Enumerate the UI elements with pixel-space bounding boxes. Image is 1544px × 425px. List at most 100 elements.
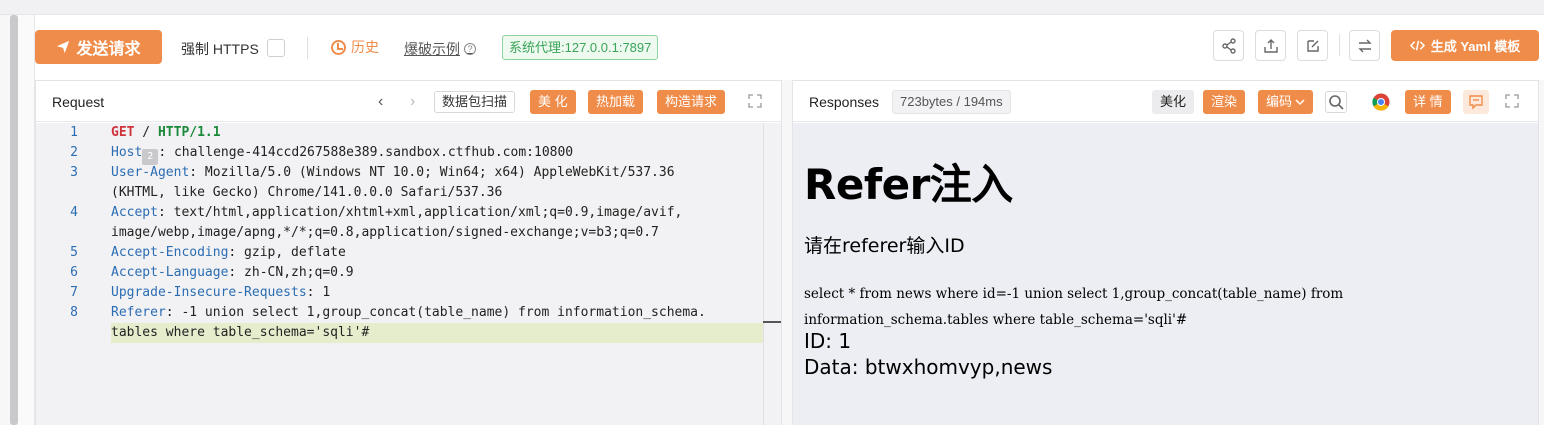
swap-button[interactable] <box>1349 30 1380 61</box>
response-panel-header: Responses 723bytes / 194ms 美化 渲染 编码 详 情 <box>793 81 1538 122</box>
header-value: : 1 <box>306 285 331 300</box>
data-line: Data: btwxhomvyp,news <box>804 355 1053 379</box>
code-line: Referer: -1 union select 1,group_concat(… <box>111 303 706 323</box>
code-line: image/webp,image/apng,*/*;q=0.8,applicat… <box>111 223 659 243</box>
header-value-continued: image/webp,image/apng,*/*;q=0.8,applicat… <box>111 225 659 240</box>
header-value-continued: tables where table_schema='sqli'# <box>111 325 370 340</box>
hot-load-button[interactable]: 热加载 <box>588 90 644 114</box>
main-toolbar: 发送请求 强制 HTTPS 历史 爆破示例 ? 系统代理:127.0.0.1:7… <box>35 15 1544 80</box>
comment-button[interactable] <box>1463 90 1489 114</box>
edit-button[interactable] <box>1297 30 1328 61</box>
app-window: 发送请求 强制 HTTPS 历史 爆破示例 ? 系统代理:127.0.0.1:7… <box>0 0 1544 425</box>
expand-icon[interactable] <box>748 94 762 108</box>
line-number: 3 <box>70 165 78 180</box>
encoding-dropdown[interactable]: 编码 <box>1258 90 1314 114</box>
beautify-button[interactable]: 美 化 <box>530 90 576 114</box>
top-strip <box>0 0 1544 15</box>
http-method: GET <box>111 125 135 140</box>
request-editor[interactable]: 1 2 3 4 5 6 7 8 GET / HTTP/1.1 Host 2 : ch… <box>36 123 781 425</box>
header-value-continued: (KHTML, like Gecko) Chrome/141.0.0.0 Saf… <box>111 185 503 200</box>
edit-icon <box>1306 39 1319 52</box>
header-key: Referer <box>111 305 166 320</box>
code-line: Accept: text/html,application/xhtml+xml,… <box>111 203 682 223</box>
sql-query-text: select * from news where id=-1 union sel… <box>804 286 1348 328</box>
header-value: : zh-CN,zh;q=0.9 <box>228 265 354 280</box>
line-number: 7 <box>70 285 78 300</box>
response-title: Responses <box>809 94 880 110</box>
header-value: : text/html,application/xhtml+xml,applic… <box>157 205 683 220</box>
code-line: Accept-Encoding: gzip, deflate <box>111 243 346 263</box>
code-icon <box>1409 40 1425 51</box>
header-value: : -1 union select 1,group_concat(table_n… <box>165 305 706 320</box>
comment-icon <box>1469 95 1483 110</box>
clock-icon <box>331 39 346 55</box>
code-line: Upgrade-Insecure-Requests: 1 <box>111 283 330 303</box>
send-request-label: 发送请求 <box>76 41 141 58</box>
paper-plane-icon <box>57 40 70 54</box>
left-scrollbar[interactable] <box>10 15 18 425</box>
line-number: 8 <box>70 305 78 320</box>
system-proxy-badge[interactable]: 系统代理:127.0.0.1:7897 <box>502 35 659 60</box>
editor-scrollbar[interactable] <box>763 123 781 425</box>
generate-yaml-button[interactable]: 生成 Yaml 模板 <box>1391 30 1539 61</box>
force-https-label: 强制 HTTPS <box>181 41 259 57</box>
send-request-button[interactable]: 发送请求 <box>35 30 162 64</box>
share-icon <box>1221 37 1236 54</box>
chrome-icon[interactable] <box>1372 93 1390 111</box>
chevron-right-icon[interactable]: › <box>410 93 415 111</box>
swap-icon <box>1357 39 1372 52</box>
divider <box>307 37 308 59</box>
header-key: User-Agent <box>111 165 190 180</box>
example-link[interactable]: 爆破示例 ? <box>404 39 476 59</box>
request-path: / <box>134 125 158 140</box>
example-label: 爆破示例 <box>404 41 460 57</box>
detail-button[interactable]: 详 情 <box>1405 90 1451 114</box>
beautify-toggle[interactable]: 美化 <box>1152 90 1195 114</box>
upload-icon <box>1263 38 1278 53</box>
line-number: 2 <box>70 145 78 160</box>
search-icon <box>1329 95 1344 110</box>
line-number-gutter: 1 2 3 4 5 6 7 8 <box>36 123 96 425</box>
history-button[interactable]: 历史 <box>331 37 379 57</box>
prompt-text: 请在referer输入ID <box>804 235 965 257</box>
line-number: 4 <box>70 205 78 220</box>
chevron-left-icon[interactable]: ‹ <box>378 93 383 111</box>
code-line: User-Agent: Mozilla/5.0 (Windows NT 10.0… <box>111 163 675 183</box>
header-key: Accept-Encoding <box>111 245 229 260</box>
upload-button[interactable] <box>1255 30 1286 61</box>
line-number: 1 <box>70 125 78 140</box>
help-icon: ? <box>464 43 476 55</box>
header-key: Host <box>111 145 143 160</box>
rendered-response: Refer注入 请在referer输入ID select * from news… <box>793 123 1538 425</box>
packet-scan-button[interactable]: 数据包扫描 <box>434 91 516 113</box>
response-size-badge: 723bytes / 194ms <box>892 90 1011 114</box>
code-line: Accept-Language: zh-CN,zh;q=0.9 <box>111 263 354 283</box>
chevron-down-icon <box>1295 99 1305 106</box>
code-line: tables where table_schema='sqli'# <box>111 323 369 343</box>
header-value: : challenge-414ccd267588e389.sandbox.ctf… <box>158 145 574 160</box>
code-line: GET / HTTP/1.1 <box>111 123 221 143</box>
share-button[interactable] <box>1213 30 1244 61</box>
scrollbar-cursor-mark <box>763 321 781 323</box>
expand-icon[interactable] <box>1505 94 1519 108</box>
code-line: (KHTML, like Gecko) Chrome/141.0.0.0 Saf… <box>111 183 502 203</box>
id-line: ID: 1 <box>804 329 852 353</box>
request-panel: Request ‹ › 数据包扫描 美 化 热加载 构造请求 1 2 3 4 5… <box>35 80 782 425</box>
header-key: Upgrade-Insecure-Requests <box>111 285 307 300</box>
left-gutter <box>18 15 35 425</box>
request-panel-header: Request ‹ › 数据包扫描 美 化 热加载 构造请求 <box>36 81 781 122</box>
line-number: 5 <box>70 245 78 260</box>
build-request-button[interactable]: 构造请求 <box>657 90 726 114</box>
encoding-label: 编码 <box>1266 94 1293 109</box>
divider <box>1339 34 1340 56</box>
http-version: HTTP/1.1 <box>157 125 221 140</box>
response-panel: Responses 723bytes / 194ms 美化 渲染 编码 详 情 <box>792 80 1539 425</box>
search-button[interactable] <box>1325 91 1347 113</box>
generate-yaml-label: 生成 Yaml 模板 <box>1430 39 1521 54</box>
history-label: 历史 <box>351 39 379 55</box>
header-value: : Mozilla/5.0 (Windows NT 10.0; Win64; x… <box>189 165 675 180</box>
force-https-checkbox[interactable] <box>267 39 285 57</box>
render-toggle[interactable]: 渲染 <box>1203 90 1246 114</box>
header-key: Accept-Language <box>111 265 229 280</box>
header-key: Accept <box>111 205 158 220</box>
